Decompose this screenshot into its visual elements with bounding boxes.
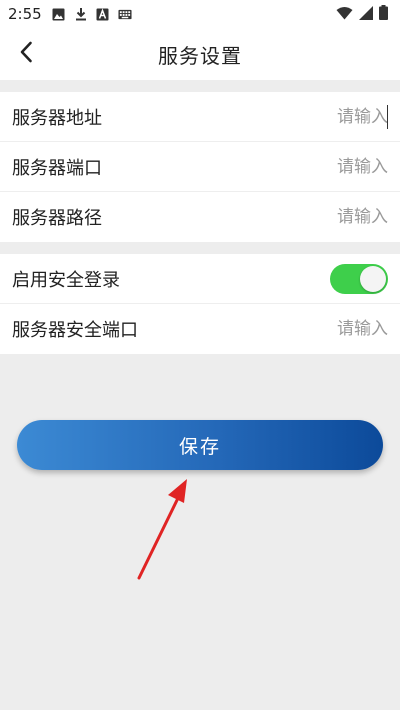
server-path-row: 服务器路径 <box>0 192 400 242</box>
status-bar: 2:55 <box>0 0 400 28</box>
status-time: 2:55 <box>8 5 42 23</box>
system-icons <box>336 4 388 24</box>
status-left: 2:55 <box>8 5 132 23</box>
keyboard-icon <box>118 7 132 21</box>
secure-port-row: 服务器安全端口 <box>0 304 400 354</box>
battery-icon <box>379 4 388 24</box>
server-path-label: 服务器路径 <box>12 208 102 229</box>
server-settings-section: 服务器地址 服务器端口 服务器路径 <box>0 92 400 242</box>
wifi-icon <box>336 5 353 24</box>
annotation-arrow-icon <box>137 479 187 580</box>
app-bar: 服务设置 <box>0 28 400 80</box>
page-title: 服务设置 <box>158 43 242 68</box>
server-address-label: 服务器地址 <box>12 107 102 129</box>
server-port-label: 服务器端口 <box>12 157 102 179</box>
save-button[interactable]: 保存 <box>17 420 383 470</box>
chevron-left-icon <box>19 41 33 67</box>
text-cursor <box>387 105 388 129</box>
secure-login-label: 启用安全登录 <box>12 269 120 291</box>
secure-login-row: 启用安全登录 <box>0 254 400 304</box>
security-settings-section: 启用安全登录 服务器安全端口 <box>0 254 400 354</box>
server-path-input[interactable] <box>218 207 388 227</box>
section-divider <box>0 80 400 92</box>
server-port-row: 服务器端口 <box>0 142 400 192</box>
secure-login-toggle[interactable] <box>330 263 388 294</box>
download-icon <box>74 7 88 21</box>
toggle-knob <box>360 265 386 292</box>
server-address-row: 服务器地址 <box>0 92 400 142</box>
a-icon <box>96 7 110 21</box>
secure-port-input[interactable] <box>218 319 388 339</box>
section-divider <box>0 242 400 254</box>
signal-icon <box>359 5 373 24</box>
back-button[interactable] <box>4 28 48 80</box>
server-port-input[interactable] <box>218 156 388 177</box>
image-icon <box>52 7 66 21</box>
server-address-input[interactable] <box>218 106 388 127</box>
notification-icons <box>52 7 132 21</box>
secure-port-label: 服务器安全端口 <box>12 320 138 341</box>
